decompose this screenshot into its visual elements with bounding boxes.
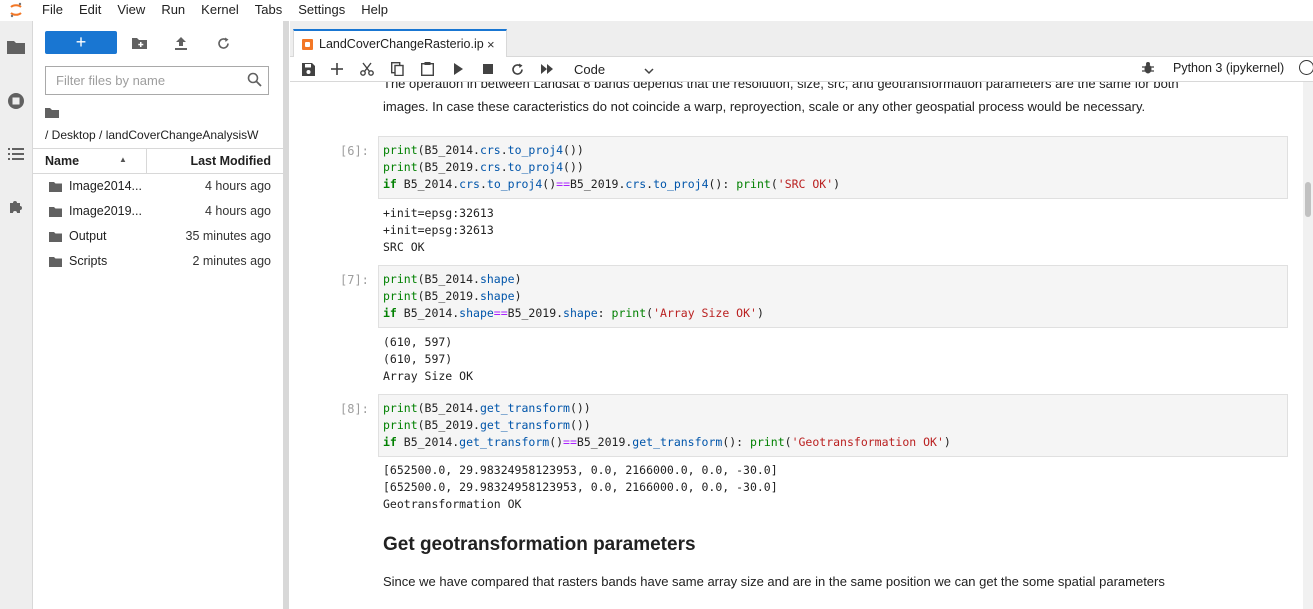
paste-icon[interactable] [418, 60, 436, 78]
markdown-text: images. In case these caracteristics do … [383, 99, 1146, 114]
menu-tabs[interactable]: Tabs [247, 0, 290, 20]
kernel-name[interactable]: Python 3 (ipykernel) [1173, 61, 1284, 75]
folder-icon [49, 256, 62, 270]
bug-icon[interactable] [1142, 61, 1154, 77]
file-name: Image2014... [69, 179, 142, 193]
markdown-text: The operation in between Landsat 8 bands… [383, 82, 1179, 91]
code-line: if B5_2014.crs.to_proj4()==B5_2019.crs.t… [383, 177, 841, 191]
home-folder-icon[interactable] [45, 106, 283, 122]
notebook-toolbar: Code Python 3 (ipykernel) [290, 57, 1313, 82]
menu-file[interactable]: File [32, 0, 71, 20]
code-line: print(B5_2014.shape) [383, 272, 522, 286]
extensions-icon[interactable] [6, 197, 26, 217]
file-name: Image2019... [69, 204, 142, 218]
code-cell-input[interactable]: print(B5_2014.crs.to_proj4()) print(B5_2… [378, 136, 1288, 199]
restart-icon[interactable] [508, 60, 526, 78]
list-item[interactable]: Image2019... 4 hours ago [33, 199, 283, 224]
code-line: print(B5_2019.crs.to_proj4()) [383, 160, 584, 174]
activity-bar [0, 21, 33, 609]
copy-icon[interactable] [388, 60, 406, 78]
cell-prompt: [7]: [340, 273, 369, 287]
cut-icon[interactable] [358, 60, 376, 78]
code-line: print(B5_2014.get_transform()) [383, 401, 591, 415]
close-icon[interactable]: × [487, 37, 495, 52]
chevron-down-icon [644, 63, 654, 78]
column-name-header[interactable]: Name [45, 154, 79, 168]
code-line: if B5_2014.shape==B5_2019.shape: print('… [383, 306, 764, 320]
menu-run[interactable]: Run [153, 0, 193, 20]
file-browser: + / Desktop / landCoverChangeAnalysisW N… [33, 21, 284, 609]
save-icon[interactable] [299, 60, 317, 78]
tab-bar: LandCoverChangeRasterio.ip × [290, 21, 1313, 57]
file-modified: 35 minutes ago [185, 229, 271, 243]
list-item[interactable]: Scripts 2 minutes ago [33, 249, 283, 274]
folder-icon[interactable] [6, 37, 26, 57]
scrollbar[interactable] [1303, 82, 1313, 609]
file-modified: 4 hours ago [204, 204, 271, 218]
list-item[interactable]: Output 35 minutes ago [33, 224, 283, 249]
file-name: Scripts [69, 254, 108, 268]
filter-files-input[interactable] [54, 67, 248, 94]
fast-forward-icon[interactable] [538, 60, 556, 78]
cell-output: +init=epsg:32613 +init=epsg:32613 SRC OK [383, 206, 494, 254]
code-line: print(B5_2019.get_transform()) [383, 418, 591, 432]
running-sessions-icon[interactable] [6, 91, 26, 111]
code-cell-input[interactable]: print(B5_2014.shape) print(B5_2019.shape… [378, 265, 1288, 328]
code-line: print(B5_2019.shape) [383, 289, 522, 303]
cell-prompt: [6]: [340, 144, 369, 158]
panel-splitter[interactable] [284, 21, 289, 609]
file-browser-toolbar: + [33, 21, 283, 63]
column-divider [146, 149, 147, 173]
notebook-icon [302, 38, 313, 50]
folder-icon [49, 206, 62, 220]
list-item[interactable]: Image2014... 4 hours ago [33, 174, 283, 199]
folder-icon [49, 231, 62, 245]
menu-edit[interactable]: Edit [71, 0, 109, 20]
sort-ascending-icon: ▲ [119, 155, 127, 164]
cell-type-select[interactable]: Code [574, 59, 654, 79]
cell-prompt: [8]: [340, 402, 369, 416]
stop-icon[interactable] [479, 60, 497, 78]
markdown-text: Since we have compared that rasters band… [383, 574, 1165, 589]
refresh-icon[interactable] [213, 33, 233, 53]
breadcrumb-path[interactable]: / Desktop / landCoverChangeAnalysisW [45, 128, 271, 142]
menu-settings[interactable]: Settings [290, 0, 353, 20]
kernel-status-icon [1299, 60, 1313, 75]
cell-type-value: Code [574, 61, 606, 77]
upload-icon[interactable] [171, 33, 191, 53]
new-launcher-button[interactable]: + [45, 31, 117, 54]
breadcrumb: / Desktop / landCoverChangeAnalysisW [45, 106, 283, 142]
cell-output: (610, 597) (610, 597) Array Size OK [383, 335, 474, 383]
notebook-content: The operation in between Landsat 8 bands… [290, 82, 1313, 609]
search-icon [247, 72, 262, 90]
file-name: Output [69, 229, 107, 243]
cell-output: [652500.0, 29.98324958123953, 0.0, 21660… [383, 463, 778, 511]
code-line: if B5_2014.get_transform()==B5_2019.get_… [383, 435, 951, 449]
menu-view[interactable]: View [109, 0, 153, 20]
file-list: Image2014... 4 hours ago Image2019... 4 … [33, 174, 283, 274]
section-heading: Get geotransformation parameters [383, 534, 696, 555]
insert-cell-icon[interactable] [328, 60, 346, 78]
scrollbar-thumb[interactable] [1305, 182, 1311, 217]
file-modified: 2 minutes ago [192, 254, 271, 268]
jupyter-logo-icon [0, 0, 32, 20]
tab-label: LandCoverChangeRasterio.ip [319, 37, 484, 51]
code-line: print(B5_2014.crs.to_proj4()) [383, 143, 584, 157]
file-modified: 4 hours ago [204, 179, 271, 193]
table-of-contents-icon[interactable] [6, 144, 26, 164]
run-icon[interactable] [449, 60, 467, 78]
file-list-header: Name ▲ Last Modified [33, 148, 283, 174]
main-area: LandCoverChangeRasterio.ip × Code Python… [290, 21, 1313, 609]
filter-files-field [45, 66, 269, 95]
column-modified-header[interactable]: Last Modified [190, 154, 271, 168]
code-cell-input[interactable]: print(B5_2014.get_transform()) print(B5_… [378, 394, 1288, 457]
menu-bar: File Edit View Run Kernel Tabs Settings … [0, 0, 1313, 20]
menu-help[interactable]: Help [353, 0, 396, 20]
new-folder-icon[interactable] [129, 33, 149, 53]
tab-notebook[interactable]: LandCoverChangeRasterio.ip × [293, 29, 507, 57]
folder-icon [49, 181, 62, 195]
menu-kernel[interactable]: Kernel [193, 0, 247, 20]
